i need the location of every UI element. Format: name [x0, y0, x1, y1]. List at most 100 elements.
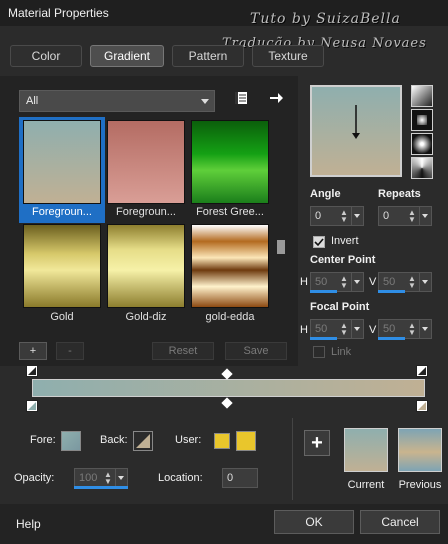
tab-gradient[interactable]: Gradient — [90, 45, 164, 67]
color-stop-bottom-left[interactable] — [26, 400, 38, 412]
focal-v-input[interactable]: 50 ▲ ▼ — [378, 319, 432, 339]
swatch-label: Foregroun... — [19, 206, 105, 218]
repeats-label: Repeats — [378, 188, 421, 200]
user-label: User: — [175, 434, 202, 446]
midpoint-marker-top[interactable] — [221, 368, 233, 380]
repeats-value: 0 — [383, 210, 390, 222]
opacity-input[interactable]: 100 ▲ ▼ — [74, 468, 128, 488]
back-label: Back: — [100, 434, 128, 446]
focal-v-label: V — [369, 324, 377, 336]
dropdown-arrow-icon[interactable] — [419, 320, 429, 338]
previous-label: Previous — [398, 479, 442, 491]
focal-h-slider[interactable] — [310, 337, 337, 340]
current-gradient-swatch[interactable] — [344, 428, 388, 472]
location-label: Location: — [158, 472, 203, 484]
midpoint-marker-bottom[interactable] — [221, 397, 233, 409]
location-value: 0 — [227, 472, 234, 484]
link-checkbox[interactable] — [313, 346, 325, 358]
focal-h-input[interactable]: 50 ▲ ▼ — [310, 319, 364, 339]
opacity-label: Opacity: — [14, 472, 55, 484]
library-scrollbar[interactable] — [275, 118, 287, 330]
spin-arrows-icon[interactable]: ▲ ▼ — [407, 275, 417, 290]
fore-color-swatch[interactable] — [61, 431, 81, 451]
swatch-label: Forest Gree... — [196, 206, 264, 218]
focal-h-value: 50 — [315, 323, 328, 335]
focal-v-slider[interactable] — [378, 337, 405, 340]
library-scroll-thumb[interactable] — [277, 240, 285, 254]
cancel-button[interactable]: Cancel — [360, 510, 440, 534]
angle-value: 0 — [315, 210, 322, 222]
color-stop-top-right[interactable] — [416, 365, 428, 377]
spin-arrows-icon[interactable]: ▲ ▼ — [407, 322, 417, 337]
gradient-preview[interactable] — [310, 85, 402, 177]
tab-pattern[interactable]: Pattern — [172, 45, 244, 67]
swatch-label: gold-edda — [205, 311, 255, 323]
swatch-foreground-2[interactable] — [107, 120, 185, 204]
spin-arrows-icon[interactable]: ▲ ▼ — [407, 209, 417, 224]
center-h-input[interactable]: 50 ▲ ▼ — [310, 272, 364, 292]
window-title: Material Properties — [8, 6, 109, 20]
repeats-input[interactable]: 0 ▲ ▼ — [378, 206, 432, 226]
sunburst-type-button[interactable] — [411, 157, 433, 179]
dropdown-arrow-icon[interactable] — [115, 469, 125, 487]
center-v-label: V — [369, 276, 377, 288]
save-button[interactable]: Save — [225, 342, 287, 360]
dropdown-arrow-icon[interactable] — [351, 207, 361, 225]
previous-gradient-swatch[interactable] — [398, 428, 442, 472]
reset-button[interactable]: Reset — [152, 342, 214, 360]
swatch-gold-edda[interactable] — [191, 224, 269, 308]
add-swatch-button[interactable]: + — [304, 430, 330, 456]
swatch-label: Gold-diz — [125, 311, 167, 323]
user-color-swatch-2[interactable] — [236, 431, 256, 451]
center-v-input[interactable]: 50 ▲ ▼ — [378, 272, 432, 292]
remove-gradient-button[interactable]: - — [56, 342, 84, 360]
watermark-line-1: Tuto by SuizaBella — [250, 11, 401, 27]
opacity-slider[interactable] — [74, 486, 128, 489]
center-h-slider[interactable] — [310, 290, 337, 293]
center-v-slider[interactable] — [378, 290, 405, 293]
invert-label: Invert — [331, 235, 359, 247]
focal-point-label: Focal Point — [310, 301, 370, 313]
focal-v-value: 50 — [383, 323, 396, 335]
center-point-label: Center Point — [310, 254, 376, 266]
divider — [292, 418, 293, 500]
swatch-label: Gold — [50, 311, 74, 323]
help-link[interactable]: Help — [16, 517, 41, 531]
swatch-gold-diz[interactable] — [107, 224, 185, 308]
angle-input[interactable]: 0 ▲ ▼ — [310, 206, 364, 226]
swatch-forest-green[interactable] — [191, 120, 269, 204]
swatch-foreground-background[interactable] — [23, 120, 101, 204]
user-color-swatch-1[interactable] — [214, 433, 230, 449]
swatch-gold[interactable] — [23, 224, 101, 308]
current-label: Current — [347, 479, 385, 491]
gradient-editor-bar[interactable] — [32, 379, 425, 397]
tab-color[interactable]: Color — [10, 45, 82, 67]
spin-arrows-icon[interactable]: ▲ ▼ — [339, 275, 349, 290]
dropdown-arrow-icon[interactable] — [419, 207, 429, 225]
list-view-icon[interactable] — [233, 90, 249, 106]
center-h-label: H — [300, 276, 308, 288]
arrow-right-icon[interactable] — [268, 90, 284, 106]
focal-h-label: H — [300, 324, 308, 336]
color-stop-top-left[interactable] — [26, 365, 38, 377]
spin-arrows-icon[interactable]: ▲ ▼ — [103, 471, 113, 486]
location-input[interactable]: 0 — [222, 468, 258, 488]
linear-type-button[interactable] — [411, 85, 433, 107]
spin-arrows-icon[interactable]: ▲ ▼ — [339, 209, 349, 224]
tab-texture[interactable]: Texture — [252, 45, 324, 67]
spin-arrows-icon[interactable]: ▲ ▼ — [339, 322, 349, 337]
dropdown-arrow-icon[interactable] — [351, 273, 361, 291]
ok-button[interactable]: OK — [274, 510, 354, 534]
dropdown-arrow-icon[interactable] — [419, 273, 429, 291]
center-h-value: 50 — [315, 276, 328, 288]
back-color-swatch[interactable] — [133, 431, 153, 451]
invert-checkbox[interactable] — [313, 236, 325, 248]
color-stop-bottom-right[interactable] — [416, 400, 428, 412]
dropdown-arrow-icon[interactable] — [351, 320, 361, 338]
radial-type-button[interactable] — [411, 133, 433, 155]
chevron-down-icon — [201, 99, 209, 104]
category-dropdown[interactable]: All — [19, 90, 215, 112]
rectangular-type-button[interactable] — [411, 109, 433, 131]
add-gradient-button[interactable]: + — [19, 342, 47, 360]
center-v-value: 50 — [383, 276, 396, 288]
